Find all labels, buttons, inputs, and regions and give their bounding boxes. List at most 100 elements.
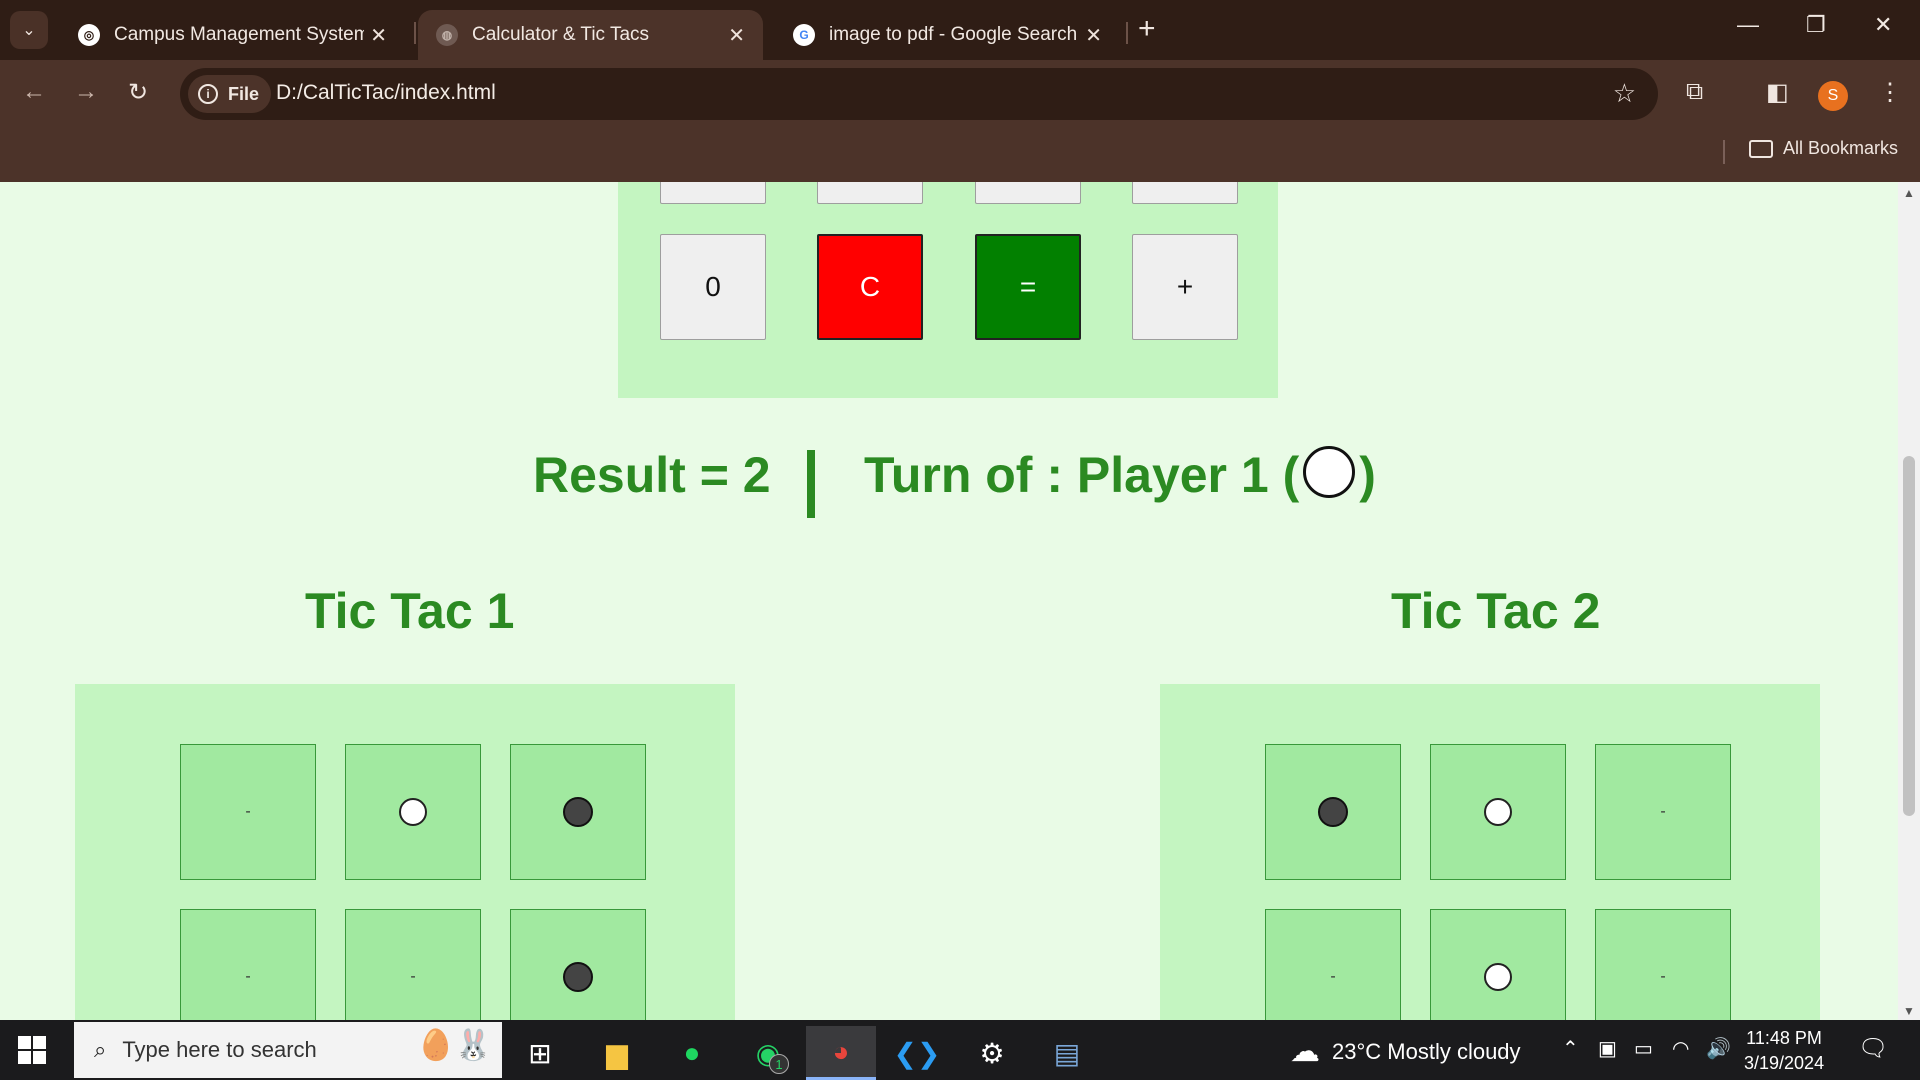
close-window-icon[interactable]: ✕ — [1874, 12, 1892, 38]
spotify-icon[interactable]: ● — [657, 1026, 727, 1080]
result-text: Result = 2 — [533, 447, 771, 503]
tictac2-cell[interactable]: - — [1265, 909, 1401, 1020]
meet-icon[interactable]: ▣ — [1598, 1036, 1617, 1061]
scroll-thumb[interactable] — [1903, 456, 1915, 816]
campus-logo-icon: ◎ — [78, 24, 100, 46]
site-info-chip[interactable]: i File — [188, 75, 272, 113]
profile-avatar[interactable]: S — [1818, 81, 1848, 111]
calc-button-equals[interactable]: = — [975, 234, 1081, 340]
forward-arrow-icon[interactable]: → — [74, 78, 98, 106]
clock[interactable]: 11:48 PM 3/19/2024 — [1744, 1026, 1824, 1076]
tictac1-cell[interactable] — [510, 744, 646, 880]
dark-circle-icon — [563, 797, 593, 827]
menu-dots-icon[interactable]: ⋮ — [1878, 78, 1902, 107]
empty-cell-marker: - — [245, 968, 251, 985]
calc-button-clear[interactable]: C — [817, 234, 923, 340]
turn-text: Turn of : Player 1 ( — [864, 447, 1300, 503]
tab-title: Calculator & Tic Tacs — [472, 24, 650, 45]
scroll-up-arrow-icon[interactable]: ▲ — [1903, 186, 1915, 200]
tictac1-cell[interactable]: - — [180, 744, 316, 880]
globe-icon: ◍ — [436, 24, 458, 46]
tab-separator — [1126, 22, 1128, 44]
tab-strip: ⌄ ◎ Campus Management System - ✕ ◍ Calcu… — [0, 0, 1920, 60]
battery-icon[interactable]: ▭ — [1634, 1036, 1653, 1061]
tictac2-title: Tic Tac 2 — [1391, 583, 1601, 639]
taskbar-search-box[interactable]: ⌕ Type here to search 🥚🐰 — [74, 1022, 502, 1078]
minimize-icon[interactable]: — — [1737, 12, 1759, 38]
document-app-icon[interactable]: ▤ — [1032, 1026, 1102, 1080]
weather-widget[interactable]: ☁ 23°C Mostly cloudy — [1290, 1034, 1521, 1069]
new-tab-button[interactable]: + — [1138, 12, 1156, 46]
turn-suffix: ) — [1359, 447, 1376, 503]
reload-icon[interactable]: ↻ — [128, 78, 148, 107]
file-explorer-icon[interactable]: ▆ — [582, 1026, 652, 1080]
tictac1-cell[interactable] — [345, 744, 481, 880]
side-panel-icon[interactable]: ◧ — [1766, 78, 1789, 107]
settings-gear-icon[interactable]: ⚙ — [957, 1026, 1027, 1080]
calc-button[interactable] — [660, 182, 766, 204]
vscode-icon[interactable]: ❮❯ — [882, 1026, 952, 1080]
tictac1-cell[interactable]: - — [345, 909, 481, 1020]
notification-icon[interactable]: 🗨 — [1858, 1034, 1888, 1063]
clock-time: 11:48 PM — [1746, 1028, 1822, 1048]
dark-circle-icon — [563, 962, 593, 992]
tictac1-cell[interactable]: - — [180, 909, 316, 1020]
tictac2-board: - - - — [1160, 684, 1820, 1020]
close-icon[interactable]: ✕ — [728, 23, 745, 48]
windows-taskbar: ⌕ Type here to search 🥚🐰 ⊞ ▆ ● ◉ 1 ◕ ❮❯ ⚙… — [0, 1020, 1920, 1080]
calculator-panel: 0 C = + — [618, 182, 1278, 398]
status-divider — [807, 450, 815, 518]
tictac2-cell[interactable]: - — [1595, 744, 1731, 880]
tictac1-cell[interactable] — [510, 909, 646, 1020]
windows-start-icon[interactable] — [18, 1036, 46, 1064]
wifi-icon[interactable]: ◠ — [1672, 1036, 1689, 1061]
search-placeholder: Type here to search — [122, 1037, 317, 1062]
empty-cell-marker: - — [410, 968, 416, 985]
page-content: 0 C = + Result = 2 Turn of : Player 1 ()… — [0, 182, 1898, 1020]
task-view-icon[interactable]: ⊞ — [505, 1026, 575, 1080]
tictac2-cell[interactable] — [1430, 744, 1566, 880]
tab-separator — [414, 22, 416, 44]
scroll-down-arrow-icon[interactable]: ▼ — [1903, 1004, 1915, 1018]
calc-button-zero[interactable]: 0 — [660, 234, 766, 340]
address-bar[interactable]: i File D:/CalTicTac/index.html ☆ — [180, 68, 1658, 120]
vertical-scrollbar[interactable]: ▲ ▼ — [1898, 182, 1920, 1020]
close-icon[interactable]: ✕ — [370, 23, 387, 48]
calc-button[interactable] — [975, 182, 1081, 204]
dark-circle-icon — [1318, 797, 1348, 827]
back-arrow-icon[interactable]: ← — [22, 78, 46, 106]
weather-text: 23°C Mostly cloudy — [1332, 1038, 1521, 1064]
close-icon[interactable]: ✕ — [1085, 23, 1102, 48]
url-text[interactable]: D:/CalTicTac/index.html — [276, 81, 496, 105]
restore-icon[interactable]: ❐ — [1806, 12, 1826, 38]
tab-title: Campus Management System - — [114, 24, 364, 45]
whatsapp-icon[interactable]: ◉ 1 — [733, 1026, 803, 1080]
tab-campus[interactable]: ◎ Campus Management System - ✕ — [60, 10, 405, 60]
tab-google-search[interactable]: G image to pdf - Google Search ✕ — [775, 10, 1120, 60]
tictac1-title: Tic Tac 1 — [305, 583, 515, 639]
all-bookmarks-button[interactable]: All Bookmarks — [1748, 138, 1898, 159]
extensions-icon[interactable]: ⧉ — [1686, 78, 1703, 106]
empty-cell-marker: - — [245, 803, 251, 820]
calc-button[interactable] — [817, 182, 923, 204]
tab-calculator[interactable]: ◍ Calculator & Tic Tacs ✕ — [418, 10, 763, 60]
chevron-up-icon[interactable]: ⌃ — [1562, 1036, 1579, 1061]
white-circle-icon — [399, 798, 427, 826]
search-icon: ⌕ — [94, 1037, 107, 1062]
bookmark-star-icon[interactable]: ☆ — [1613, 78, 1636, 109]
info-icon: i — [198, 84, 218, 104]
all-bookmarks-label: All Bookmarks — [1782, 138, 1898, 158]
folder-icon — [1748, 139, 1773, 158]
calc-button[interactable] — [1132, 182, 1238, 204]
volume-icon[interactable]: 🔊 — [1706, 1036, 1731, 1061]
calc-button-plus[interactable]: + — [1132, 234, 1238, 340]
tab-search-button[interactable]: ⌄ — [10, 11, 48, 49]
chrome-icon[interactable]: ◕ — [806, 1026, 876, 1080]
tictac2-cell[interactable] — [1430, 909, 1566, 1020]
browser-toolbar: ← → ↻ i File D:/CalTicTac/index.html ☆ ⧉… — [0, 60, 1920, 182]
tictac1-board: - - - — [75, 684, 735, 1020]
tictac2-cell[interactable]: - — [1595, 909, 1731, 1020]
tictac2-cell[interactable] — [1265, 744, 1401, 880]
player-circle-icon — [1303, 446, 1356, 498]
easter-doodle-icon: 🥚🐰 — [417, 1029, 492, 1062]
